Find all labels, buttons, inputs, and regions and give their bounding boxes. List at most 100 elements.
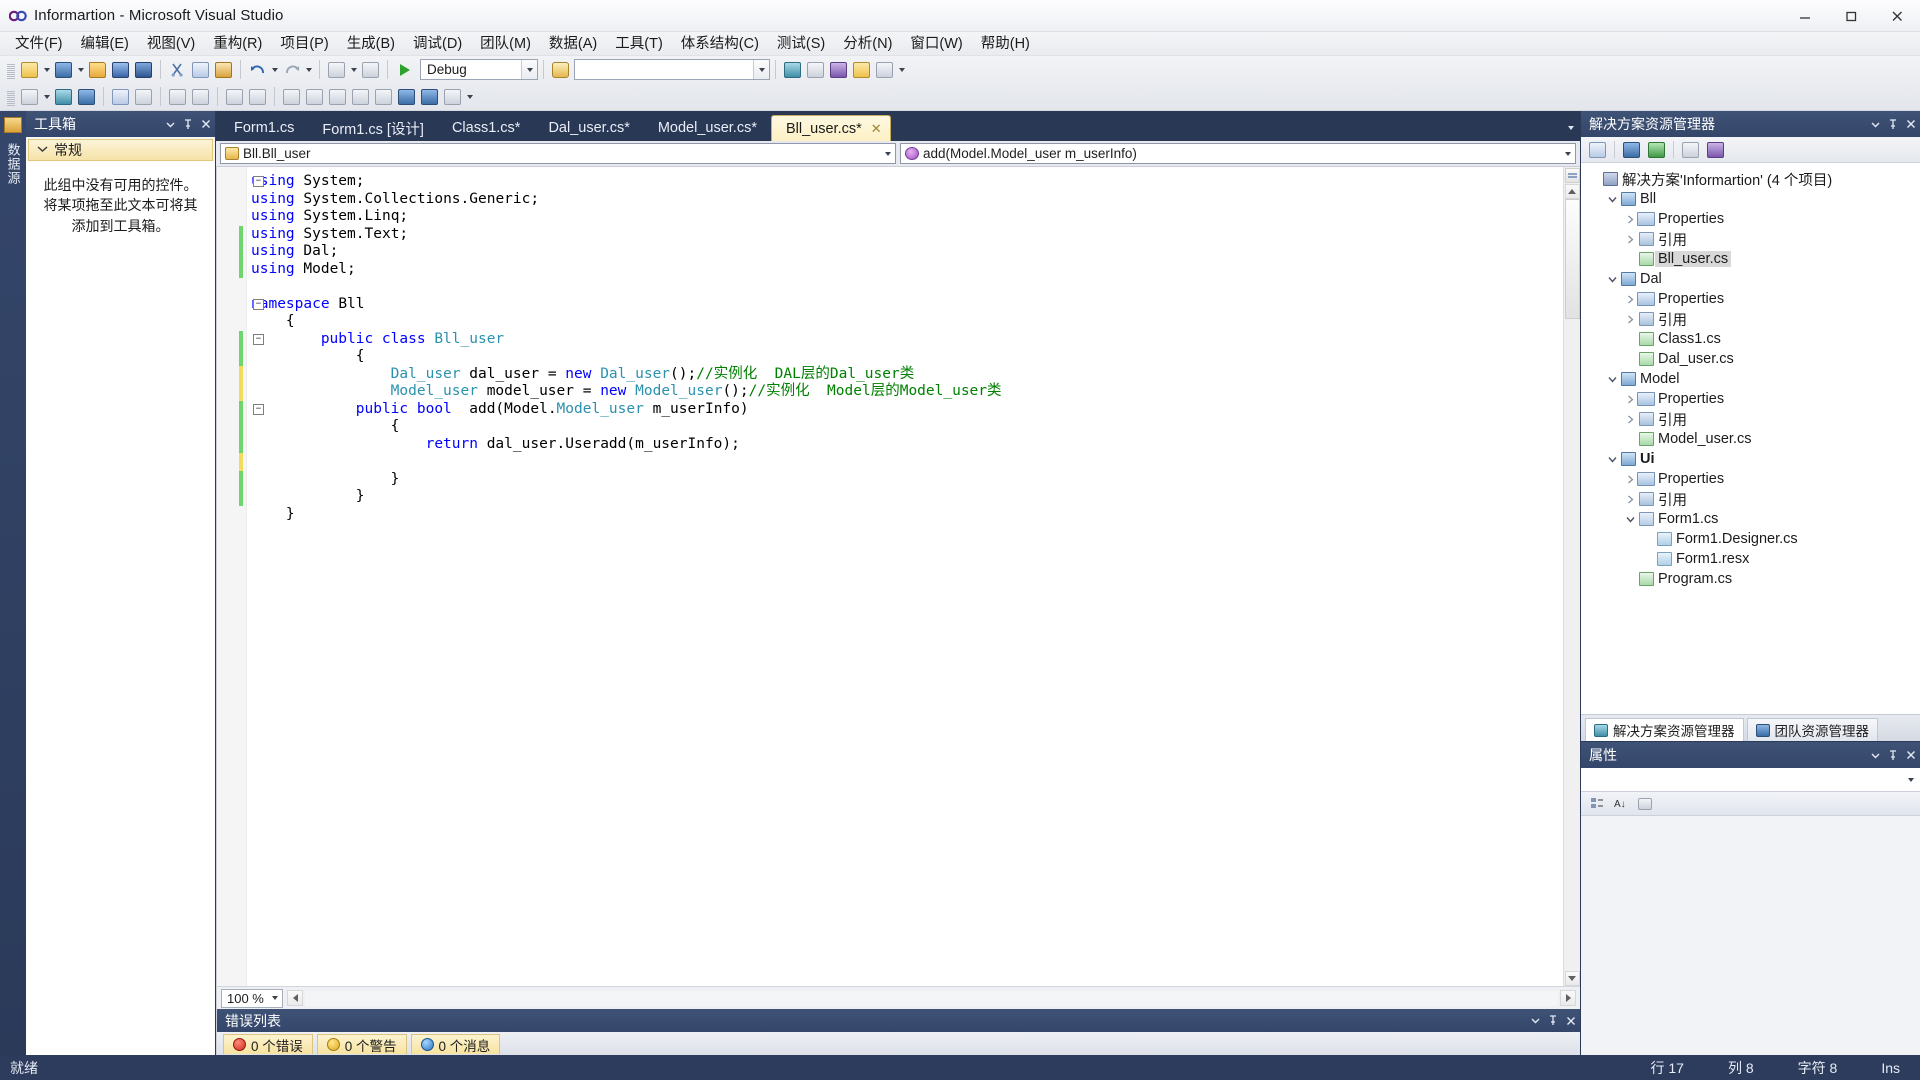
new-project-button[interactable] [18,59,41,81]
find-in-files-button[interactable] [549,59,572,81]
view-code-button[interactable] [1679,139,1702,160]
chevron-down-icon[interactable] [1605,196,1619,203]
code-line[interactable]: − using System; [217,173,1563,191]
menu-analyze[interactable]: 分析(N) [834,32,901,56]
bottom-tab-solution-explorer[interactable]: 解决方案资源管理器 [1585,718,1744,741]
tree-node[interactable]: Class1.cs [1581,329,1920,349]
paste-button[interactable] [212,59,235,81]
code-line[interactable]: { [217,418,1563,436]
tree-node[interactable]: Bll_user.cs [1581,249,1920,269]
properties-pin-icon[interactable] [1884,744,1902,766]
copy-button[interactable] [189,59,212,81]
tab-form1-cs-design[interactable]: Form1.cs [设计] [308,115,438,141]
chevron-down-icon[interactable] [1605,456,1619,463]
bookmark-next-button[interactable] [326,86,349,108]
code-line[interactable]: } [217,470,1563,488]
tree-node[interactable]: Dal [1581,269,1920,289]
error-filter-warnings[interactable]: 0 个警告 [316,1034,407,1054]
tab-close-icon[interactable]: ✕ [871,121,882,137]
tree-node[interactable]: Dal_user.cs [1581,349,1920,369]
new-blank-button[interactable] [280,86,303,108]
bookmark-next-folder-button[interactable] [372,86,395,108]
tree-node[interactable]: Form1.Designer.cs [1581,529,1920,549]
comment-lines-button[interactable] [166,86,189,108]
properties-grid[interactable] [1581,816,1920,1055]
code-line[interactable]: } [217,488,1563,506]
bottom-tab-team-explorer[interactable]: 团队资源管理器 [1746,718,1878,741]
menu-build[interactable]: 生成(B) [338,32,404,56]
tree-node[interactable]: 引用 [1581,409,1920,429]
scroll-right-button[interactable] [1560,990,1576,1006]
preview-data-button[interactable] [52,86,75,108]
tree-node[interactable]: Program.cs [1581,569,1920,589]
type-navigation-arrow-icon[interactable] [880,144,895,163]
vscroll-track[interactable] [1564,199,1580,971]
tree-node[interactable]: 解决方案'Informartion' (4 个项目) [1581,169,1920,189]
chevron-right-icon[interactable] [1623,215,1637,224]
maximize-button[interactable] [1828,0,1874,32]
tab-dal-user-cs[interactable]: Dal_user.cs* [534,115,643,141]
tree-node[interactable]: 引用 [1581,489,1920,509]
increase-indent-button[interactable] [223,86,246,108]
editor-vertical-scrollbar[interactable] [1563,167,1580,986]
chevron-right-icon[interactable] [1623,295,1637,304]
bookmark-prev-button[interactable] [303,86,326,108]
split-view-handle[interactable] [1564,168,1580,183]
navigate-dropdown[interactable] [348,59,359,81]
menu-view[interactable]: 视图(V) [138,32,204,56]
menu-edit[interactable]: 编辑(E) [72,32,138,56]
code-line[interactable]: using System.Text; [217,225,1563,243]
properties-close-icon[interactable] [1902,744,1920,766]
solution-config-combo[interactable]: Debug [420,59,538,80]
uncomment-lines-button[interactable] [189,86,212,108]
toolbar-grip-icon[interactable] [7,60,15,79]
menu-file[interactable]: 文件(F) [6,32,72,56]
undo-edit-button[interactable] [109,86,132,108]
quick-find-combo[interactable] [574,59,770,80]
tree-node[interactable]: Bll [1581,189,1920,209]
zoom-combo[interactable]: 100 % [221,988,283,1008]
texteditor-overflow[interactable] [464,86,475,108]
toolbox-button[interactable] [850,59,873,81]
tab-model-user-cs[interactable]: Model_user.cs* [644,115,771,141]
code-line[interactable]: using System.Linq; [217,208,1563,226]
toolbox-body[interactable]: 此组中没有可用的控件。将某项拖至此文本可将其添加到工具箱。 [26,161,215,1055]
save-button[interactable] [109,59,132,81]
view-designer-button[interactable] [1704,139,1727,160]
error-filter-errors[interactable]: 0 个错误 [223,1034,313,1054]
redo-edit-button[interactable] [132,86,155,108]
refresh-button[interactable] [1645,139,1668,160]
bookmark-prev-folder-button[interactable] [349,86,372,108]
member-navigation-combo[interactable]: add(Model.Model_user m_userInfo) [900,143,1576,164]
object-browser-button[interactable] [827,59,850,81]
tree-node[interactable]: 引用 [1581,229,1920,249]
solution-config-arrow-icon[interactable] [521,60,537,79]
tree-node[interactable]: 引用 [1581,309,1920,329]
chevron-down-icon[interactable] [1605,276,1619,283]
property-pages-button[interactable] [1634,794,1656,813]
menu-help[interactable]: 帮助(H) [972,32,1039,56]
code-line[interactable]: { [217,348,1563,366]
alphabetical-view-button[interactable]: A↓ [1610,794,1632,813]
code-text[interactable]: − using System; using System.Collections.G… [217,167,1563,986]
code-line[interactable]: − namespace Bll [217,296,1563,314]
fold-minus-icon[interactable]: − [253,176,264,187]
chevron-right-icon[interactable] [1623,235,1637,244]
tree-node[interactable]: Properties [1581,289,1920,309]
scroll-left-button[interactable] [287,990,303,1006]
type-navigation-combo[interactable]: Bll.Bll_user [220,143,896,164]
tree-node[interactable]: Model_user.cs [1581,429,1920,449]
navigate-button[interactable] [325,59,348,81]
start-debug-button[interactable] [393,59,416,81]
categorized-view-button[interactable] [1586,794,1608,813]
code-line[interactable]: − public bool add(Model.Model_user m_user… [217,400,1563,418]
tree-node[interactable]: Properties [1581,209,1920,229]
zoom-arrow-icon[interactable] [268,990,282,1007]
save-all-button[interactable] [132,59,155,81]
toolbox-pin-icon[interactable] [179,113,197,135]
toolbox-close-icon[interactable] [197,113,215,135]
new-project-dropdown[interactable] [41,59,52,81]
bookmark-goto-button[interactable] [418,86,441,108]
fold-minus-icon[interactable]: − [253,298,264,310]
solution-explorer-close-icon[interactable] [1902,113,1920,135]
